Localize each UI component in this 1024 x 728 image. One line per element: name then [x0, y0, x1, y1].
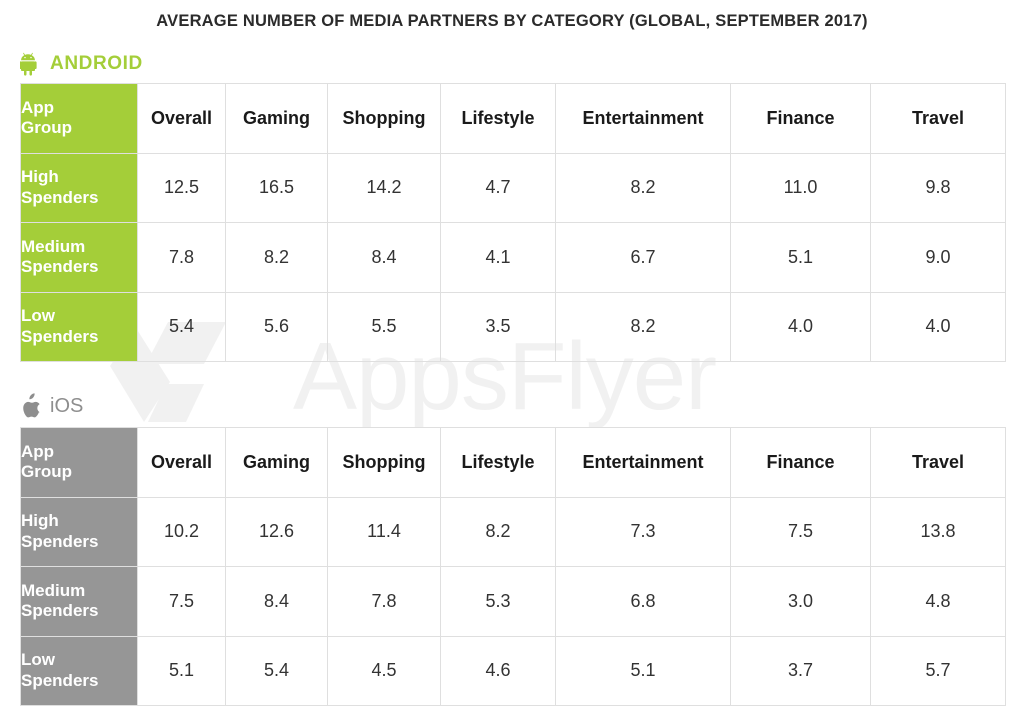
- platform-label-text-android: ANDROID: [50, 53, 143, 74]
- ios-table: App Group Overall Gaming Shopping Lifest…: [20, 427, 1006, 706]
- row-label-line1: Low: [21, 306, 55, 326]
- page-root: AppsFlyer AVERAGE NUMBER OF MEDIA PARTNE…: [0, 0, 1024, 728]
- header-entertainment: Entertainment: [555, 427, 731, 498]
- apple-icon: [23, 393, 40, 418]
- header-app-group-line1: App: [21, 97, 55, 117]
- cell-value: 8.2: [555, 291, 731, 362]
- cell-value: 8.4: [225, 566, 328, 637]
- cell-value: 5.7: [870, 635, 1006, 706]
- cell-value: 4.0: [870, 291, 1006, 362]
- cell-value: 5.3: [440, 566, 556, 637]
- cell-value: 14.2: [327, 152, 441, 223]
- table-header-row: App Group Overall Gaming Shopping Lifest…: [20, 83, 1006, 154]
- cell-value: 5.1: [730, 222, 871, 293]
- cell-value: 4.7: [440, 152, 556, 223]
- cell-value: 12.5: [137, 152, 226, 223]
- header-gaming: Gaming: [225, 427, 328, 498]
- header-lifestyle: Lifestyle: [440, 427, 556, 498]
- header-travel: Travel: [870, 427, 1006, 498]
- row-label-medium-spenders: Medium Spenders: [20, 566, 138, 637]
- platform-label-ios: iOS: [20, 393, 83, 419]
- header-app-group-line2: Group: [21, 462, 72, 482]
- cell-value: 7.8: [137, 222, 226, 293]
- table-row: Low Spenders 5.1 5.4 4.5 4.6 5.1 3.7 5.7: [20, 635, 1006, 706]
- row-label-line2: Spenders: [21, 601, 99, 621]
- cell-value: 13.8: [870, 496, 1006, 567]
- row-label-low-spenders: Low Spenders: [20, 635, 138, 706]
- cell-value: 3.5: [440, 291, 556, 362]
- row-label-line2: Spenders: [21, 326, 99, 346]
- header-overall: Overall: [137, 427, 226, 498]
- row-label-medium-spenders: Medium Spenders: [20, 222, 138, 293]
- cell-value: 3.7: [730, 635, 871, 706]
- cell-value: 5.5: [327, 291, 441, 362]
- row-label-line1: High: [21, 511, 59, 531]
- cell-value: 11.0: [730, 152, 871, 223]
- row-label-high-spenders: High Spenders: [20, 496, 138, 567]
- page-title: AVERAGE NUMBER OF MEDIA PARTNERS BY CATE…: [156, 12, 868, 30]
- cell-value: 16.5: [225, 152, 328, 223]
- header-shopping: Shopping: [327, 427, 441, 498]
- cell-value: 4.0: [730, 291, 871, 362]
- row-label-line2: Spenders: [21, 257, 99, 277]
- cell-value: 8.2: [440, 496, 556, 567]
- header-app-group-line1: App: [21, 441, 55, 461]
- cell-value: 8.4: [327, 222, 441, 293]
- row-label-line2: Spenders: [21, 670, 99, 690]
- header-finance: Finance: [730, 427, 871, 498]
- cell-value: 10.2: [137, 496, 226, 567]
- cell-value: 5.1: [137, 635, 226, 706]
- header-finance: Finance: [730, 83, 871, 154]
- table-row: High Spenders 12.5 16.5 14.2 4.7 8.2 11.…: [20, 152, 1006, 223]
- cell-value: 6.8: [555, 566, 731, 637]
- header-overall: Overall: [137, 83, 226, 154]
- row-label-line1: Medium: [21, 580, 86, 600]
- table-header-row: App Group Overall Gaming Shopping Lifest…: [20, 427, 1006, 498]
- cell-value: 8.2: [555, 152, 731, 223]
- cell-value: 7.5: [137, 566, 226, 637]
- header-app-group-line2: Group: [21, 118, 72, 138]
- cell-value: 5.4: [225, 635, 328, 706]
- cell-value: 4.8: [870, 566, 1006, 637]
- cell-value: 8.2: [225, 222, 328, 293]
- table-row: Medium Spenders 7.5 8.4 7.8 5.3 6.8 3.0 …: [20, 566, 1006, 637]
- row-label-high-spenders: High Spenders: [20, 152, 138, 223]
- header-app-group: App Group: [20, 427, 138, 498]
- row-label-line2: Spenders: [21, 187, 99, 207]
- android-icon: [20, 52, 37, 76]
- header-lifestyle: Lifestyle: [440, 83, 556, 154]
- row-label-line1: High: [21, 167, 59, 187]
- cell-value: 11.4: [327, 496, 441, 567]
- android-table: App Group Overall Gaming Shopping Lifest…: [20, 83, 1006, 362]
- cell-value: 4.1: [440, 222, 556, 293]
- cell-value: 3.0: [730, 566, 871, 637]
- header-entertainment: Entertainment: [555, 83, 731, 154]
- table-row: Low Spenders 5.4 5.6 5.5 3.5 8.2 4.0 4.0: [20, 291, 1006, 362]
- table-row: Medium Spenders 7.8 8.2 8.4 4.1 6.7 5.1 …: [20, 222, 1006, 293]
- header-shopping: Shopping: [327, 83, 441, 154]
- platform-label-android: ANDROID: [20, 52, 143, 76]
- row-label-low-spenders: Low Spenders: [20, 291, 138, 362]
- header-travel: Travel: [870, 83, 1006, 154]
- cell-value: 9.8: [870, 152, 1006, 223]
- header-gaming: Gaming: [225, 83, 328, 154]
- cell-value: 7.5: [730, 496, 871, 567]
- cell-value: 5.1: [555, 635, 731, 706]
- cell-value: 6.7: [555, 222, 731, 293]
- cell-value: 5.4: [137, 291, 226, 362]
- cell-value: 12.6: [225, 496, 328, 567]
- platform-label-text-ios: iOS: [50, 394, 84, 417]
- table-row: High Spenders 10.2 12.6 11.4 8.2 7.3 7.5…: [20, 496, 1006, 567]
- row-label-line1: Low: [21, 650, 55, 670]
- row-label-line2: Spenders: [21, 531, 99, 551]
- cell-value: 4.5: [327, 635, 441, 706]
- cell-value: 7.3: [555, 496, 731, 567]
- cell-value: 5.6: [225, 291, 328, 362]
- header-app-group: App Group: [20, 83, 138, 154]
- cell-value: 9.0: [870, 222, 1006, 293]
- cell-value: 7.8: [327, 566, 441, 637]
- row-label-line1: Medium: [21, 236, 86, 256]
- cell-value: 4.6: [440, 635, 556, 706]
